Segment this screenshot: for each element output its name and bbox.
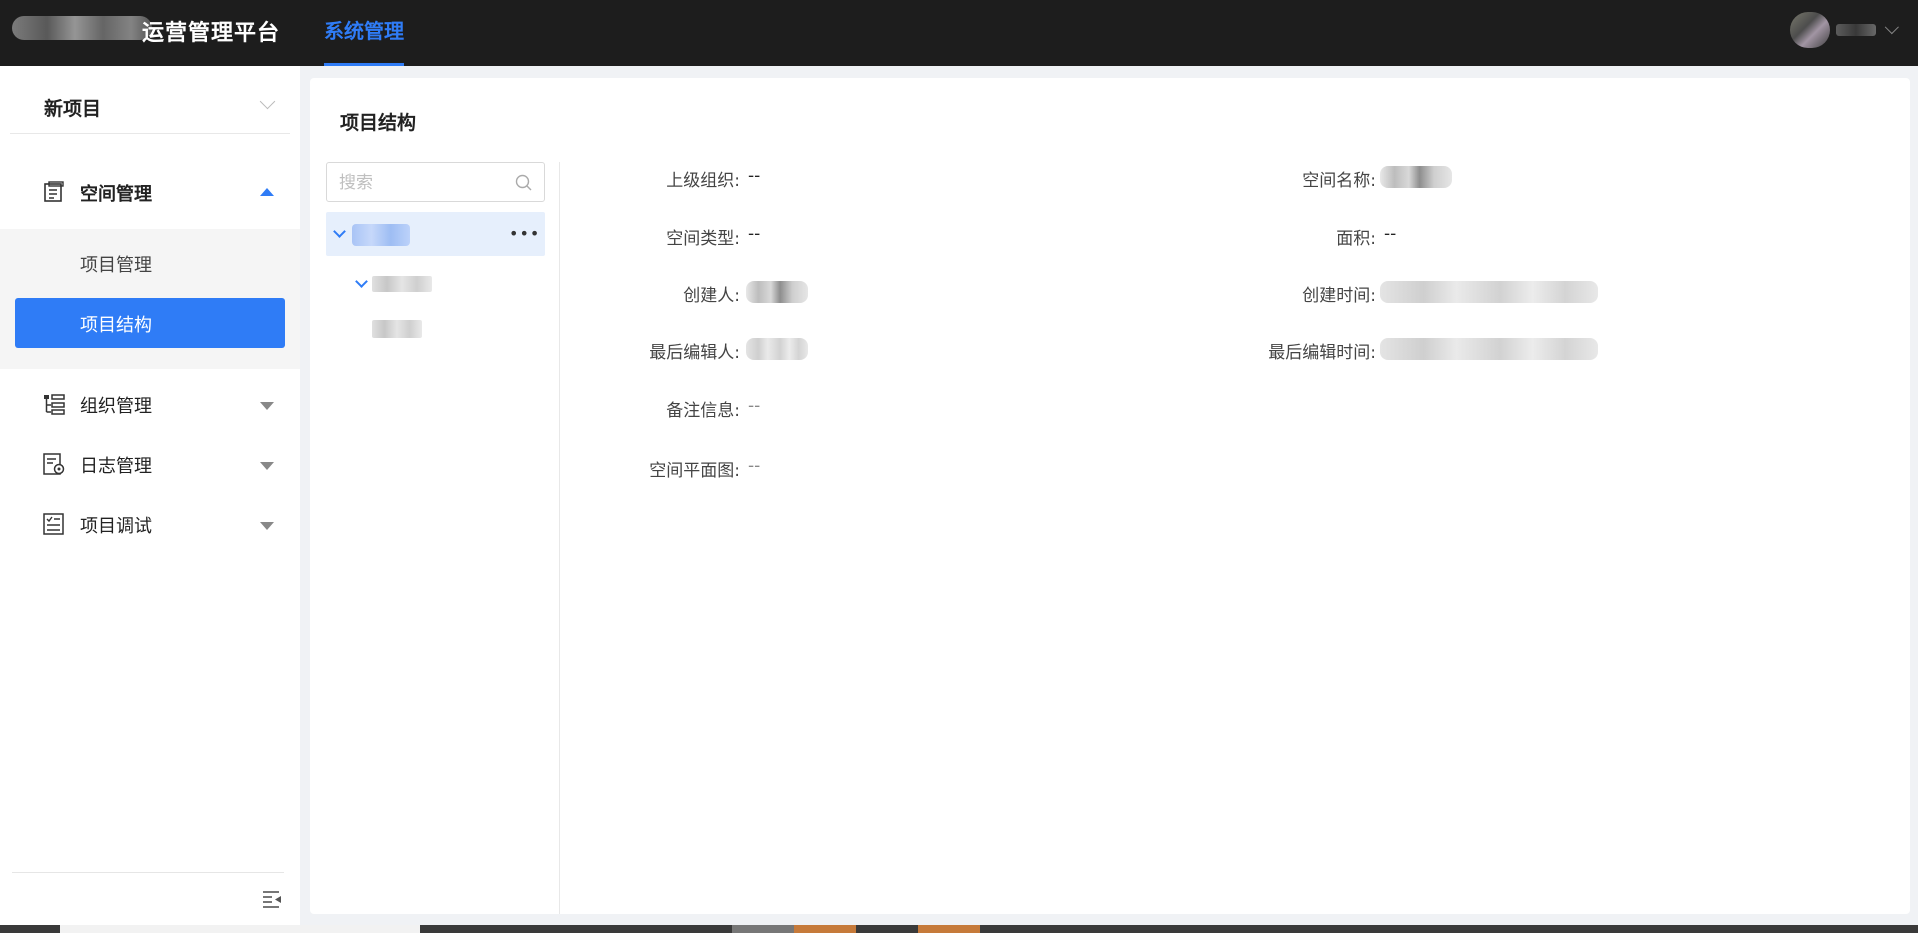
divider xyxy=(12,872,284,873)
chevron-down-icon[interactable] xyxy=(1884,20,1899,35)
caret-down-icon xyxy=(260,402,274,410)
chevron-down-icon[interactable] xyxy=(355,275,368,288)
user-menu[interactable] xyxy=(1790,12,1899,48)
sidebar-item-org-management[interactable]: 组织管理 xyxy=(0,378,300,430)
top-bar: 运营管理平台 系统管理 xyxy=(0,0,1918,66)
app-title: 运营管理平台 xyxy=(142,21,281,46)
chevron-down-icon xyxy=(259,93,276,110)
sidebar-item-project-debug[interactable]: 项目调试 xyxy=(0,498,300,550)
building-icon xyxy=(44,181,64,202)
sidebar-item-label: 组织管理 xyxy=(80,396,152,417)
page-title: 项目结构 xyxy=(340,112,417,134)
tree-node-child[interactable] xyxy=(326,266,545,302)
tree-node-label xyxy=(372,320,422,338)
tree-node-label xyxy=(352,224,410,246)
sidebar-item-project-structure[interactable]: 项目结构 xyxy=(15,298,285,348)
tree-node-root[interactable]: ••• xyxy=(326,212,545,256)
taskbar-strip xyxy=(0,925,1918,933)
search-field[interactable] xyxy=(326,162,545,202)
field-last-editor: 最后编辑人: xyxy=(570,334,1170,363)
field-creator: 创建人: xyxy=(570,277,1170,306)
sidebar-item-label: 项目结构 xyxy=(80,315,152,336)
caret-down-icon xyxy=(260,522,274,530)
space-name-value xyxy=(1380,166,1452,188)
field-last-edit-time: 最后编辑时间: xyxy=(1210,334,1810,363)
field-area: 面积: -- xyxy=(1336,224,1397,249)
logo xyxy=(12,16,152,40)
sidebar-item-label: 日志管理 xyxy=(80,456,152,477)
log-settings-icon xyxy=(43,453,65,475)
sidebar-item-space-management[interactable]: 空间管理 xyxy=(0,166,300,218)
chevron-down-icon[interactable] xyxy=(333,225,346,238)
org-tree-icon xyxy=(44,394,65,415)
field-floor-plan: 空间平面图: -- xyxy=(649,456,761,481)
field-space-name: 空间名称: xyxy=(1210,162,1810,191)
tree-node-label xyxy=(372,276,432,292)
sidebar: 新项目 空间管理 项目管理 项目结构 组织管理 日志管理 项目调试 xyxy=(0,66,300,926)
caret-down-icon xyxy=(260,462,274,470)
tree-panel: ••• xyxy=(326,162,546,914)
main-card: 项目结构 ••• 上级组织: -- 空间类型: -- 创 xyxy=(310,78,1910,914)
created-time-value xyxy=(1380,281,1598,303)
project-select-label: 新项目 xyxy=(44,98,102,120)
last-edit-time-value xyxy=(1380,338,1598,360)
sidebar-item-project-management[interactable]: 项目管理 xyxy=(15,238,285,288)
divider xyxy=(559,162,560,914)
field-space-type: 空间类型: -- xyxy=(666,224,761,249)
project-select[interactable]: 新项目 xyxy=(10,78,290,134)
field-remark: 备注信息: -- xyxy=(666,396,761,421)
sidebar-item-label: 空间管理 xyxy=(80,184,152,205)
creator-value xyxy=(746,281,808,303)
nav-tab-system-management[interactable]: 系统管理 xyxy=(324,0,404,66)
field-parent-org: 上级组织: -- xyxy=(666,166,761,191)
debug-list-icon xyxy=(43,513,64,535)
search-icon[interactable] xyxy=(515,174,532,191)
last-editor-value xyxy=(746,338,808,360)
more-icon[interactable]: ••• xyxy=(509,226,539,242)
collapse-sidebar-icon[interactable] xyxy=(262,890,282,908)
avatar[interactable] xyxy=(1790,12,1830,48)
sidebar-item-label: 项目管理 xyxy=(80,255,152,276)
user-name xyxy=(1836,24,1876,36)
tree-node-leaf[interactable] xyxy=(326,310,545,346)
caret-up-icon xyxy=(260,188,274,196)
sidebar-item-label: 项目调试 xyxy=(80,516,152,537)
sidebar-item-log-management[interactable]: 日志管理 xyxy=(0,438,300,490)
field-created-time: 创建时间: xyxy=(1210,277,1810,306)
search-input[interactable] xyxy=(339,171,509,195)
